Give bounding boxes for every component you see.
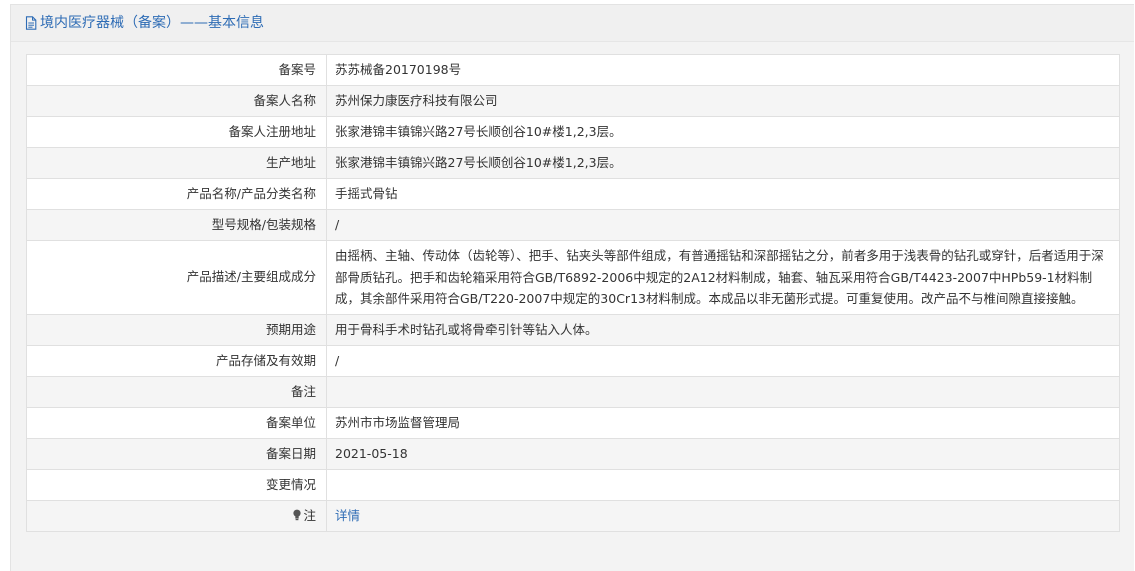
row-value: 由摇柄、主轴、传动体（齿轮等）、把手、钻夹头等部件组成，有普通摇钻和深部摇钻之分…	[326, 240, 1120, 315]
page-title: 境内医疗器械（备案）——基本信息	[40, 15, 264, 31]
detail-table: 备案号 苏苏械备20170198号 备案人名称 苏州保力康医疗科技有限公司 备案…	[26, 54, 1120, 532]
table-row: 型号规格/包装规格 /	[26, 209, 1120, 241]
table-row: 产品描述/主要组成成分 由摇柄、主轴、传动体（齿轮等）、把手、钻夹头等部件组成，…	[26, 240, 1120, 315]
table-row: 备案人名称 苏州保力康医疗科技有限公司	[26, 85, 1120, 117]
document-icon	[25, 16, 37, 30]
table-row: 备案号 苏苏械备20170198号	[26, 54, 1120, 86]
row-value: 2021-05-18	[326, 437, 1120, 470]
row-label: 产品存储及有效期	[26, 344, 327, 377]
note-row: 注 详情	[26, 499, 1120, 532]
table-row: 产品存储及有效期 /	[26, 344, 1120, 377]
row-value: 张家港锦丰镇锦兴路27号长顺创谷10#楼1,2,3层。	[326, 116, 1120, 148]
detail-table-wrapper: 备案号 苏苏械备20170198号 备案人名称 苏州保力康医疗科技有限公司 备案…	[26, 54, 1120, 532]
row-label: 备案单位	[26, 406, 327, 439]
row-value: 张家港锦丰镇锦兴路27号长顺创谷10#楼1,2,3层。	[326, 147, 1120, 179]
row-label: 预期用途	[26, 313, 327, 346]
row-label: 型号规格/包装规格	[26, 209, 327, 241]
info-panel: 境内医疗器械（备案）——基本信息 备案号 苏苏械备20170198号 备案人名称…	[10, 4, 1134, 571]
table-row: 备注	[26, 375, 1120, 408]
table-row: 产品名称/产品分类名称 手摇式骨钻	[26, 178, 1120, 210]
row-value: /	[326, 344, 1120, 377]
table-row: 备案日期 2021-05-18	[26, 437, 1120, 470]
note-label: 注	[303, 507, 316, 523]
row-label: 变更情况	[26, 468, 327, 501]
row-label: 备案人名称	[26, 85, 327, 117]
row-label: 备案日期	[26, 437, 327, 470]
note-label-cell: 注	[26, 499, 327, 532]
row-value: 苏州保力康医疗科技有限公司	[326, 85, 1120, 117]
table-row: 生产地址 张家港锦丰镇锦兴路27号长顺创谷10#楼1,2,3层。	[26, 147, 1120, 179]
table-row: 变更情况	[26, 468, 1120, 501]
row-value: /	[326, 209, 1120, 241]
row-value	[326, 375, 1120, 408]
row-value	[326, 468, 1120, 501]
row-label: 备注	[26, 375, 327, 408]
details-link[interactable]: 详情	[335, 508, 360, 523]
row-label: 产品描述/主要组成成分	[26, 240, 327, 315]
row-label: 备案人注册地址	[26, 116, 327, 148]
row-label: 生产地址	[26, 147, 327, 179]
row-value: 苏州市市场监督管理局	[326, 406, 1120, 439]
table-row: 备案人注册地址 张家港锦丰镇锦兴路27号长顺创谷10#楼1,2,3层。	[26, 116, 1120, 148]
row-label: 备案号	[26, 54, 327, 86]
row-value: 用于骨科手术时钻孔或将骨牵引针等钻入人体。	[326, 313, 1120, 346]
row-value: 苏苏械备20170198号	[326, 54, 1120, 86]
lightbulb-icon	[293, 509, 302, 520]
row-label: 产品名称/产品分类名称	[26, 178, 327, 210]
row-value: 手摇式骨钻	[326, 178, 1120, 210]
table-row: 预期用途 用于骨科手术时钻孔或将骨牵引针等钻入人体。	[26, 313, 1120, 346]
table-row: 备案单位 苏州市市场监督管理局	[26, 406, 1120, 439]
panel-header: 境内医疗器械（备案）——基本信息	[11, 5, 1134, 42]
note-value-cell: 详情	[326, 499, 1120, 532]
